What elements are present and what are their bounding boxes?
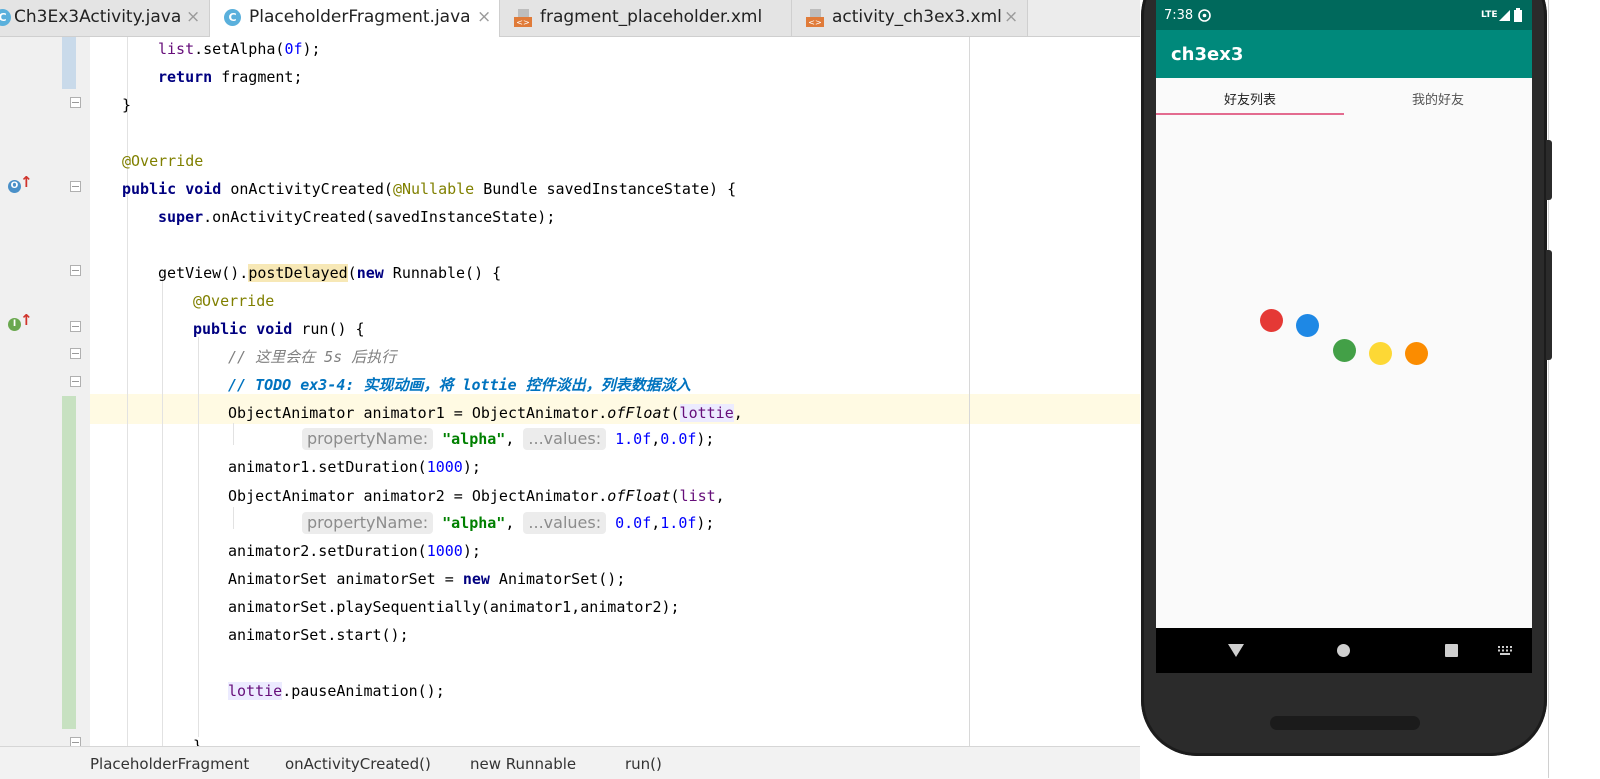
app-title: ch3ex3 [1171, 44, 1244, 65]
vcs-added-marker[interactable] [62, 396, 76, 729]
tab-my-friends[interactable]: 我的好友 [1412, 89, 1464, 108]
code-line[interactable]: lottie.pauseAnimation(); [228, 677, 445, 705]
tab-label: PlaceholderFragment.java [249, 7, 471, 27]
todo-comment[interactable]: // TODO ex3-4: 实现动画，将 lottie 控件淡出，列表数据淡入 [228, 371, 691, 399]
tab-placeholderfragment[interactable]: C PlaceholderFragment.java × [210, 0, 500, 37]
svg-text:<>: <> [808, 18, 821, 27]
parameter-hint: propertyName: [302, 428, 434, 450]
power-button[interactable] [1546, 140, 1552, 200]
sync-icon [1198, 9, 1211, 22]
android-status-bar: 7:38 LTE [1156, 0, 1532, 30]
code-line[interactable]: return fragment; [158, 63, 303, 91]
code-line[interactable]: } [122, 91, 131, 119]
code-line[interactable]: animator2.setDuration(1000); [228, 537, 481, 565]
fold-marker[interactable] [70, 97, 81, 108]
indent-guide [233, 507, 234, 529]
code-line[interactable]: ObjectAnimator animator2 = ObjectAnimato… [228, 482, 725, 510]
parameter-hint: ...values: [523, 428, 607, 450]
clock: 7:38 [1164, 8, 1194, 23]
lottie-dot-red [1260, 309, 1283, 332]
indent-guide [162, 272, 163, 746]
indent-guide [127, 37, 128, 746]
tab-fragment-placeholder[interactable]: <> fragment_placeholder.xml × [500, 0, 1282, 36]
tab-label: activity_ch3ex3.xml [832, 7, 1002, 27]
code-line[interactable]: @Override [122, 147, 203, 175]
close-icon[interactable]: × [477, 7, 491, 27]
code-line[interactable]: propertyName: "alpha", ...values: 0.0f,1… [302, 509, 714, 537]
close-icon[interactable]: × [1004, 7, 1018, 27]
indent-guide [198, 337, 199, 737]
code-line[interactable]: list.setAlpha(0f); [158, 37, 321, 63]
tab-friend-list[interactable]: 好友列表 [1224, 89, 1276, 108]
arrow-up-icon[interactable]: ↑ [20, 313, 33, 328]
lottie-dot-orange [1405, 342, 1428, 365]
tab-indicator [1156, 113, 1344, 115]
fold-marker[interactable] [70, 376, 81, 387]
breadcrumb-class[interactable]: PlaceholderFragment [90, 755, 249, 773]
app-toolbar: ch3ex3 [1156, 30, 1532, 78]
vcs-modified-marker[interactable] [62, 37, 76, 89]
volume-button[interactable] [1546, 250, 1552, 360]
battery-icon [1514, 8, 1522, 22]
fold-marker[interactable] [70, 181, 81, 192]
emulator-toolbar [1548, 0, 1600, 778]
editor-tab-bar: C Ch3Ex3Activity.java × C PlaceholderFra… [0, 0, 1282, 37]
code-line[interactable]: @Override [193, 287, 274, 315]
home-icon[interactable] [1337, 644, 1350, 657]
breadcrumb: PlaceholderFragment onActivityCreated() … [0, 746, 1140, 779]
code-line[interactable]: propertyName: "alpha", ...values: 1.0f,0… [302, 425, 714, 453]
code-line[interactable]: getView().postDelayed(new Runnable() { [158, 259, 501, 287]
code-line[interactable]: animator1.setDuration(1000); [228, 453, 481, 481]
java-class-icon: C [224, 9, 241, 26]
editor-gutter [0, 37, 90, 746]
java-class-icon: C [0, 9, 11, 26]
code-line[interactable]: public void run() { [193, 315, 365, 343]
speaker-grille [1270, 716, 1420, 730]
lottie-dot-blue [1296, 314, 1319, 337]
code-line[interactable]: AnimatorSet animatorSet = new AnimatorSe… [228, 565, 625, 593]
breadcrumb-run[interactable]: run() [625, 755, 662, 773]
back-icon[interactable] [1228, 644, 1244, 657]
code-line[interactable]: } [193, 732, 202, 746]
lottie-dot-green [1333, 339, 1356, 362]
code-line[interactable]: super.onActivityCreated(savedInstanceSta… [158, 203, 555, 231]
fold-marker[interactable] [70, 321, 81, 332]
keyboard-icon[interactable] [1498, 646, 1512, 655]
fold-marker[interactable] [70, 737, 81, 746]
recents-icon[interactable] [1445, 644, 1458, 657]
arrow-up-icon[interactable]: ↑ [20, 175, 33, 190]
signal-icon [1499, 10, 1510, 21]
tab-label: fragment_placeholder.xml [540, 7, 763, 27]
tab-layout: 好友列表 我的好友 [1156, 78, 1532, 116]
device-screen[interactable]: 7:38 LTE ch3ex3 好友列表 我的好友 [1156, 0, 1532, 673]
code-editor[interactable]: O ↑ I ↑ list.setAlpha(0f); return fragme… [0, 37, 1140, 746]
right-margin-guide [969, 37, 970, 746]
code-comment[interactable]: // 这里会在 5s 后执行 [228, 343, 396, 371]
code-line[interactable]: ObjectAnimator animator1 = ObjectAnimato… [228, 399, 743, 427]
tab-activity-ch3ex3[interactable]: <> activity_ch3ex3.xml × [792, 0, 1028, 36]
breadcrumb-anonymous-class[interactable]: new Runnable [470, 755, 576, 773]
code-line[interactable]: animatorSet.start(); [228, 621, 409, 649]
fold-marker[interactable] [70, 348, 81, 359]
fold-marker[interactable] [70, 265, 81, 276]
close-icon[interactable]: × [186, 7, 200, 27]
lottie-dot-yellow [1369, 342, 1392, 365]
parameter-hint: ...values: [523, 512, 607, 534]
xml-layout-icon: <> [806, 9, 824, 27]
xml-layout-icon: <> [514, 9, 532, 27]
tab-ch3ex3activity[interactable]: C Ch3Ex3Activity.java × [0, 0, 210, 36]
parameter-hint: propertyName: [302, 512, 434, 534]
android-nav-bar [1156, 628, 1532, 673]
svg-text:<>: <> [516, 18, 529, 27]
code-line[interactable]: public void onActivityCreated(@Nullable … [122, 175, 736, 203]
code-line[interactable]: animatorSet.playSequentially(animator1,a… [228, 593, 680, 621]
tab-label: Ch3Ex3Activity.java [14, 7, 182, 27]
network-type: LTE [1481, 10, 1498, 20]
breadcrumb-method[interactable]: onActivityCreated() [285, 755, 431, 773]
